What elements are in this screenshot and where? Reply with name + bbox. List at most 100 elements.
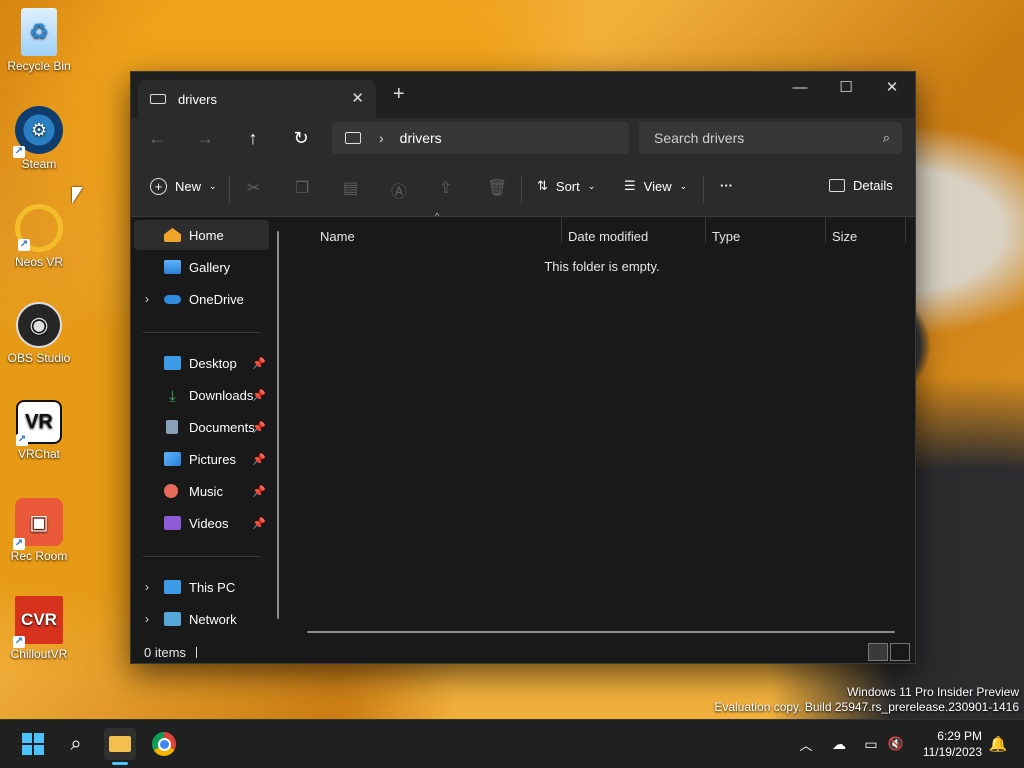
address-bar: ← → ↑ ↻ › drivers Search drivers ⌕ xyxy=(131,118,915,162)
sidebar-item-label: This PC xyxy=(189,579,236,595)
show-hidden-icons-button[interactable]: ︿ xyxy=(790,728,822,760)
nav-scrollbar[interactable] xyxy=(277,231,279,619)
chevron-right-icon[interactable]: › xyxy=(145,580,149,594)
monitor-icon[interactable] xyxy=(345,132,361,144)
desktop-icon-rec-room[interactable]: ▣ ↗ Rec Room xyxy=(6,498,72,563)
delete-button[interactable]: 🗑 xyxy=(487,178,507,198)
pin-icon[interactable]: 📌 xyxy=(252,485,266,498)
active-indicator xyxy=(112,762,128,765)
scissors-icon: ✂ xyxy=(247,180,261,197)
column-divider[interactable] xyxy=(561,217,562,243)
desktop-icon-vrchat[interactable]: VR ↗ VRChat xyxy=(6,400,72,461)
minimize-button[interactable]: — xyxy=(777,72,823,102)
new-button[interactable]: + New ⌄ xyxy=(150,178,217,195)
copy-button[interactable]: ❐ xyxy=(295,178,309,198)
search-box[interactable]: Search drivers ⌕ xyxy=(639,122,902,154)
paste-button[interactable]: ▤ xyxy=(343,178,358,198)
column-header-size[interactable]: Size xyxy=(832,229,857,244)
sidebar-item-pictures[interactable]: Pictures 📌 xyxy=(134,444,269,474)
sidebar-item-music[interactable]: Music 📌 xyxy=(134,476,269,506)
sidebar-item-gallery[interactable]: Gallery xyxy=(134,252,269,282)
desktop-icon-obs-studio[interactable]: ◉ OBS Studio xyxy=(6,302,72,365)
forward-button[interactable]: → xyxy=(193,128,217,149)
up-button[interactable]: ↑ xyxy=(241,128,265,149)
start-button[interactable] xyxy=(17,728,49,760)
close-window-button[interactable]: ✕ xyxy=(869,72,915,102)
search-icon[interactable]: ⌕ xyxy=(883,130,890,146)
breadcrumb-separator[interactable]: › xyxy=(379,130,384,146)
sort-icon: ⇅ xyxy=(537,178,548,193)
desktop-icon-label: Neos VR xyxy=(14,255,64,269)
horizontal-scrollbar[interactable] xyxy=(307,631,895,633)
column-header-name[interactable]: Name xyxy=(320,229,355,244)
sidebar-item-label: Pictures xyxy=(189,451,236,467)
sidebar-item-desktop[interactable]: Desktop 📌 xyxy=(134,348,269,378)
title-bar: drivers ✕ + — ☐ ✕ xyxy=(131,72,915,118)
column-header-type[interactable]: Type xyxy=(712,229,740,244)
pin-icon[interactable]: 📌 xyxy=(252,421,266,434)
breadcrumb-current[interactable]: drivers xyxy=(400,130,442,146)
column-header-date-modified[interactable]: Date modified xyxy=(568,229,648,244)
file-explorer-window[interactable]: drivers ✕ + — ☐ ✕ ← → ↑ ↻ › drivers Sear… xyxy=(130,71,916,664)
sidebar-item-home[interactable]: Home xyxy=(134,220,269,250)
chevron-right-icon[interactable]: › xyxy=(145,292,149,306)
back-button[interactable]: ← xyxy=(145,128,169,149)
details-pane-button[interactable]: Details xyxy=(829,178,893,193)
sidebar-item-label: OneDrive xyxy=(189,291,244,307)
pictures-icon xyxy=(164,452,181,466)
details-view-button[interactable] xyxy=(868,643,888,661)
view-button[interactable]: ☰ View ⌄ xyxy=(624,178,687,194)
column-divider[interactable] xyxy=(905,217,906,243)
documents-icon xyxy=(166,420,178,434)
breadcrumb[interactable]: › drivers xyxy=(332,122,629,154)
notifications-button[interactable]: 🔔 xyxy=(982,728,1014,760)
sidebar-item-videos[interactable]: Videos 📌 xyxy=(134,508,269,538)
file-list[interactable]: ^ Name Date modified Type Size This fold… xyxy=(289,211,915,641)
clock[interactable]: 6:29 PM 11/19/2023 xyxy=(910,728,982,760)
rename-button[interactable]: Ⓐ xyxy=(391,178,407,202)
pin-icon[interactable]: 📌 xyxy=(252,517,266,530)
tab-close-button[interactable]: ✕ xyxy=(351,89,364,107)
file-explorer-taskbar-button[interactable] xyxy=(104,728,136,765)
sidebar-item-label: Downloads xyxy=(189,387,254,403)
more-options-button[interactable]: ··· xyxy=(720,178,733,193)
large-icons-view-button[interactable] xyxy=(890,643,910,661)
pin-icon[interactable]: 📌 xyxy=(252,389,266,402)
chrome-taskbar-button[interactable] xyxy=(148,728,180,760)
desktop-icon-neos-vr[interactable]: ↗ Neos VR xyxy=(6,204,72,269)
pin-icon[interactable]: 📌 xyxy=(252,357,266,370)
sidebar-item-network[interactable]: › Network xyxy=(134,604,269,634)
cut-button[interactable]: ✂ xyxy=(247,178,260,198)
sidebar-item-label: Network xyxy=(189,611,237,627)
desktop-icon-steam[interactable]: ⚙ ↗ Steam xyxy=(6,106,72,171)
volume-tray-icon[interactable]: 🔇 xyxy=(880,728,912,760)
column-divider[interactable] xyxy=(705,217,706,243)
chevron-right-icon[interactable]: › xyxy=(145,612,149,626)
search-input[interactable]: Search drivers xyxy=(654,130,883,146)
search-taskbar-button[interactable]: ⌕ xyxy=(60,728,92,760)
tab-drivers[interactable]: drivers ✕ xyxy=(138,80,376,118)
nav-divider xyxy=(143,332,261,333)
desktop-icon-recycle-bin[interactable]: ♻ Recycle Bin xyxy=(6,8,72,73)
clock-date: 11/19/2023 xyxy=(922,745,982,759)
clipboard-icon: ▤ xyxy=(343,180,359,197)
music-icon xyxy=(164,484,178,498)
sidebar-item-documents[interactable]: Documents 📌 xyxy=(134,412,269,442)
onedrive-tray-icon[interactable]: ☁ xyxy=(823,728,855,760)
pin-icon[interactable]: 📌 xyxy=(252,453,266,466)
sidebar-item-label: Videos xyxy=(189,515,229,531)
desktop-icon-chilloutvr[interactable]: CVR ↗ ChilloutVR xyxy=(6,596,72,661)
column-divider[interactable] xyxy=(825,217,826,243)
sort-button[interactable]: ⇅ Sort ⌄ xyxy=(537,178,595,194)
maximize-button[interactable]: ☐ xyxy=(823,72,869,102)
steam-icon: ⚙ ↗ xyxy=(13,106,63,158)
refresh-button[interactable]: ↻ xyxy=(289,128,313,149)
sidebar-item-onedrive[interactable]: › OneDrive xyxy=(134,284,269,314)
chevron-up-icon: ︿ xyxy=(799,737,813,753)
navigation-pane: Home Gallery › OneDrive Desktop 📌 ⤓ Down… xyxy=(131,217,281,641)
share-button[interactable]: ⇪ xyxy=(439,178,452,198)
new-tab-button[interactable]: + xyxy=(393,83,405,106)
folder-icon xyxy=(109,736,131,752)
sidebar-item-this-pc[interactable]: › This PC xyxy=(134,572,269,602)
sidebar-item-downloads[interactable]: ⤓ Downloads 📌 xyxy=(134,380,269,410)
